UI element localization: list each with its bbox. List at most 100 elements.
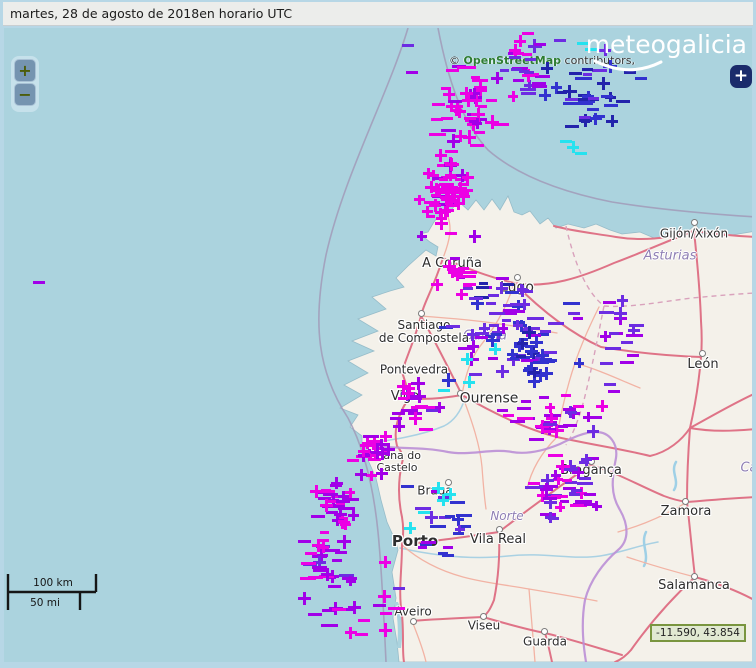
lightning-dash-marker [578,98,588,101]
lightning-dash-marker [569,493,580,496]
lightning-cross-marker [310,485,323,498]
lightning-cross-marker [489,343,501,355]
lightning-dash-marker [363,435,379,438]
lightning-cross-marker [530,336,543,349]
lightning-dash-marker [456,514,471,517]
lightning-dash-marker [438,389,450,392]
lightning-dash-marker [459,193,469,196]
lightning-cross-marker [403,388,414,399]
region-label: Asturias [644,249,697,264]
lightning-dash-marker [429,133,445,136]
lightning-dash-marker [509,56,521,59]
lightning-cross-marker [298,592,311,605]
lightning-dash-marker [491,333,502,336]
lightning-dash-marker [525,486,540,489]
lightning-dash-marker [609,332,619,335]
lightning-dash-marker [496,277,509,280]
lightning-cross-marker [312,539,326,553]
lightning-cross-marker [345,488,355,498]
lightning-dash-marker [402,44,414,47]
lightning-cross-marker [379,623,393,637]
lightning-dash-marker [579,461,589,464]
lightning-cross-marker [517,284,527,294]
lightning-dash-marker [521,400,531,403]
lightning-cross-marker [596,400,608,412]
lightning-dash-marker [450,501,466,504]
city-label: Salamanca [658,579,730,593]
lightning-dash-marker [380,612,392,615]
lightning-dash-marker [392,412,405,415]
lightning-dash-marker [422,406,435,409]
lightning-dash-marker [446,69,459,72]
lightning-dash-marker [543,423,557,426]
lightning-dash-marker [616,100,630,103]
lightning-dash-marker [321,624,338,627]
widget-frame: martes, 28 de agosto de 2018en horario U… [0,0,756,668]
lightning-cross-marker [606,115,618,127]
overlay-add-button[interactable]: + [730,65,752,88]
lightning-dash-marker [475,332,489,335]
lightning-cross-marker [528,39,542,53]
lightning-dash-marker [562,479,572,482]
lightning-cross-marker [437,494,449,506]
lightning-dash-marker [453,532,464,535]
lightning-dash-marker [621,341,633,344]
lightning-cross-marker [358,446,370,458]
region-label: Ca [740,461,752,476]
lightning-dash-marker [431,118,443,121]
lightning-dash-marker [548,517,560,520]
lightning-dash-marker [525,58,536,61]
lightning-dash-marker [373,604,386,607]
lightning-dash-marker [332,608,347,611]
lightning-dash-marker [311,515,324,518]
lightning-dash-marker [513,79,524,82]
lightning-dash-marker [441,129,456,132]
city-label: Ourense [460,391,519,406]
lightning-cross-marker [535,420,548,433]
lightning-cross-marker [432,482,444,494]
lightning-dash-marker [338,520,349,523]
zoom-out-button[interactable]: − [14,83,36,106]
lightning-cross-marker [434,402,445,413]
region-label: Norte [490,509,523,523]
lightning-dash-marker [300,577,316,580]
lightning-dash-marker [393,587,405,590]
lightning-dash-marker [532,82,546,85]
lightning-cross-marker [485,115,499,129]
lightning-dash-marker [471,76,480,79]
lightning-dash-marker [577,482,593,485]
lightning-dash-marker [463,284,472,287]
lightning-cross-marker [513,320,523,330]
lightning-dash-marker [500,69,509,72]
city-label: Santiagode Compostela [379,319,469,345]
lightning-dash-marker [467,66,477,69]
lightning-dash-marker [298,540,311,543]
city-dot [699,350,706,357]
lightning-dash-marker [584,503,597,506]
lightning-dash-marker [576,102,593,105]
lightning-dash-marker [419,428,433,431]
lightning-dash-marker [438,552,447,555]
logo-swash [579,30,749,76]
lightning-dash-marker [599,311,614,314]
lightning-cross-marker [541,62,553,74]
lightning-dash-marker [563,424,577,427]
lightning-dash-marker [420,543,432,546]
lightning-dash-marker [475,336,487,339]
lightning-cross-marker [348,510,359,521]
lightning-cross-marker [519,299,530,310]
lightning-dash-marker [557,91,567,94]
lightning-dash-marker [554,39,566,42]
scale-km-label: 100 km [33,577,73,589]
lightning-cross-marker [617,295,629,307]
lightning-cross-marker [348,601,362,615]
lightning-dash-marker [336,500,350,503]
meteogalicia-logo[interactable]: meteogalicia [579,30,749,72]
zoom-in-button[interactable]: + [14,59,36,82]
map-canvas[interactable]: A CoruñaLugoSantiagode CompostelaPonteve… [4,28,752,662]
lightning-dash-marker [441,117,454,120]
lightning-dash-marker [587,108,600,111]
lightning-dash-marker [445,515,455,518]
lightning-dash-marker [335,551,347,554]
lightning-cross-marker [442,373,456,387]
